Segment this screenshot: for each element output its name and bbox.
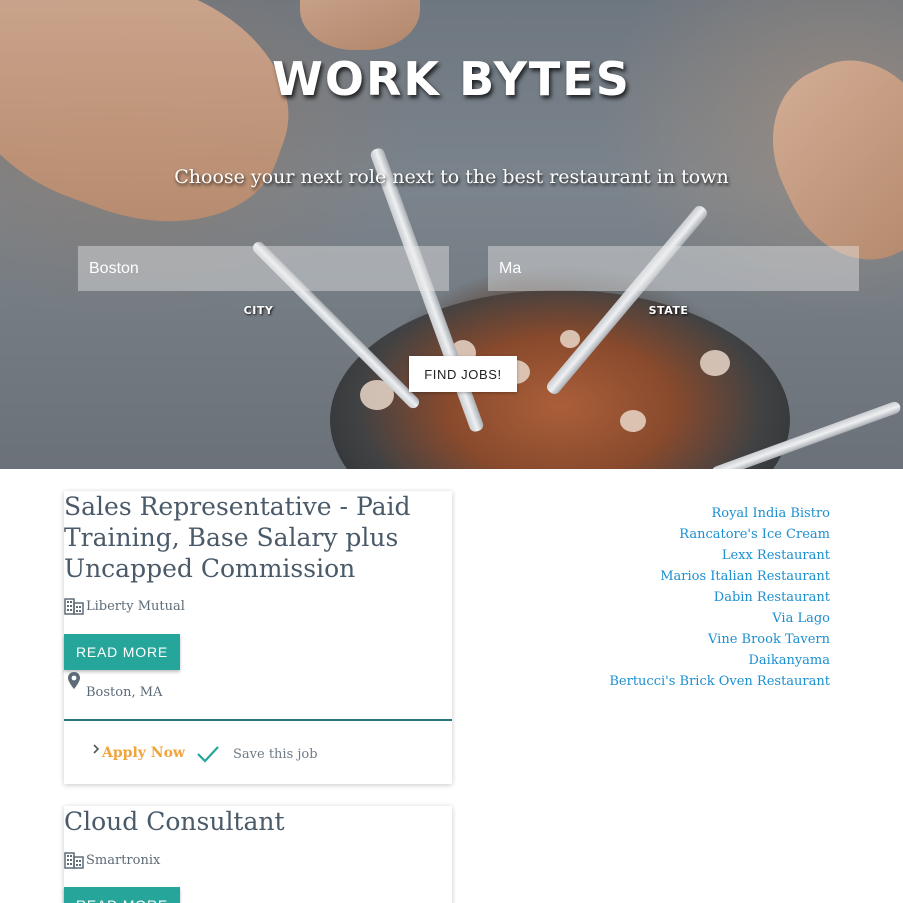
restaurant-link[interactable]: Vine Brook Tavern xyxy=(560,629,830,650)
restaurant-link[interactable]: Marios Italian Restaurant xyxy=(560,566,830,587)
restaurant-link[interactable]: Lexx Restaurant xyxy=(560,545,830,566)
company-name: Liberty Mutual xyxy=(86,599,185,614)
business-building-icon xyxy=(64,852,84,869)
restaurant-link[interactable]: Via Lago xyxy=(560,608,830,629)
apply-now-link[interactable]: Apply Now xyxy=(102,745,185,761)
hand-image-top xyxy=(300,0,420,50)
business-building-icon xyxy=(64,598,84,615)
hero-banner: WORK BYTES Choose your next role next to… xyxy=(0,0,903,469)
chevron-right-icon xyxy=(93,744,100,754)
job-card: Sales Representative - Paid Training, Ba… xyxy=(64,491,452,784)
restaurant-link[interactable]: Royal India Bistro xyxy=(560,503,830,524)
site-subtitle: Choose your next role next to the best r… xyxy=(174,166,729,188)
restaurant-link[interactable]: Rancatore's Ice Cream xyxy=(560,524,830,545)
state-input[interactable]: Ma xyxy=(488,246,859,291)
restaurant-list: Royal India Bistro Rancatore's Ice Cream… xyxy=(560,503,830,692)
company-name: Smartronix xyxy=(86,853,161,868)
job-location: Boston, MA xyxy=(86,685,163,700)
restaurant-link[interactable]: Dabin Restaurant xyxy=(560,587,830,608)
location-pin-icon xyxy=(68,672,80,689)
restaurant-link[interactable]: Bertucci's Brick Oven Restaurant xyxy=(560,671,830,692)
save-job-link[interactable]: Save this job xyxy=(233,747,318,762)
card-divider xyxy=(64,719,452,721)
check-icon[interactable] xyxy=(196,744,220,764)
job-title[interactable]: Cloud Consultant xyxy=(64,806,452,837)
company-row: Smartronix xyxy=(64,852,160,869)
site-title: WORK BYTES xyxy=(272,52,631,106)
state-label: STATE xyxy=(648,304,689,317)
find-jobs-button[interactable]: FIND JOBS! xyxy=(409,356,517,392)
hand-image-left xyxy=(0,0,320,260)
read-more-button[interactable]: READ MORE xyxy=(64,634,180,670)
city-input[interactable]: Boston xyxy=(78,246,449,291)
card-actions: Apply Now Save this job xyxy=(64,723,452,783)
read-more-button[interactable]: READ MORE xyxy=(64,887,180,903)
company-row: Liberty Mutual xyxy=(64,598,185,615)
job-title[interactable]: Sales Representative - Paid Training, Ba… xyxy=(64,491,452,584)
city-label: CITY xyxy=(243,304,274,317)
job-card: Cloud Consultant Smartronix READ MORE xyxy=(64,806,452,903)
restaurant-link[interactable]: Daikanyama xyxy=(560,650,830,671)
